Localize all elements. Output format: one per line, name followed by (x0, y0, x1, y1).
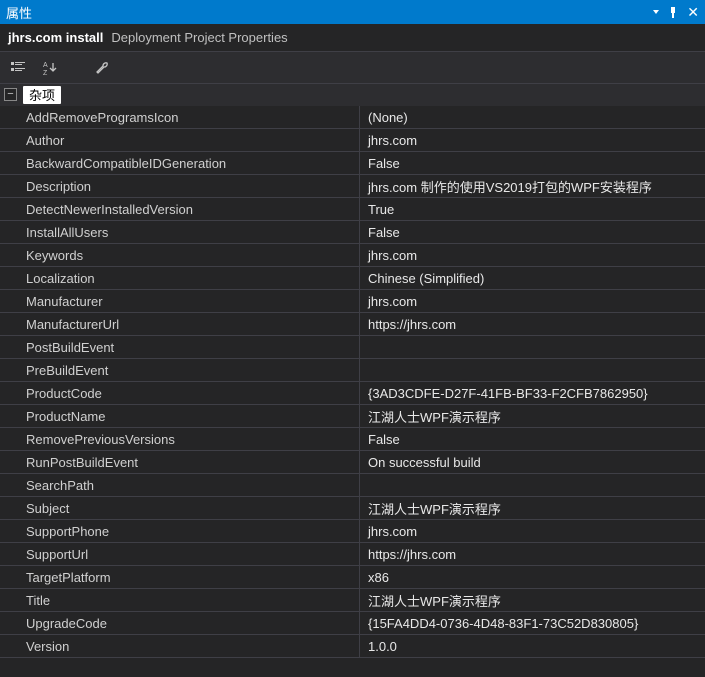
property-row[interactable]: Subject江湖人士WPF演示程序 (0, 497, 705, 520)
object-header[interactable]: jhrs.com install Deployment Project Prop… (0, 24, 705, 52)
property-row[interactable]: ProductCode{3AD3CDFE-D27F-41FB-BF33-F2CF… (0, 382, 705, 405)
property-row[interactable]: UpgradeCode{15FA4DD4-0736-4D48-83F1-73C5… (0, 612, 705, 635)
property-row[interactable]: LocalizationChinese (Simplified) (0, 267, 705, 290)
property-name: Subject (0, 497, 360, 519)
property-row[interactable]: SupportUrlhttps://jhrs.com (0, 543, 705, 566)
category-label: 杂项 (23, 86, 61, 104)
svg-text:Z: Z (43, 70, 48, 76)
property-value[interactable]: 江湖人士WPF演示程序 (360, 589, 705, 611)
property-name: TargetPlatform (0, 566, 360, 588)
svg-text:A: A (43, 62, 48, 69)
categorized-button[interactable] (6, 56, 30, 80)
property-grid: − 杂项 AddRemoveProgramsIcon(None)Authorjh… (0, 84, 705, 677)
property-value[interactable]: 江湖人士WPF演示程序 (360, 405, 705, 427)
property-value[interactable]: False (360, 428, 705, 450)
property-value[interactable]: On successful build (360, 451, 705, 473)
property-row[interactable]: SearchPath (0, 474, 705, 497)
property-name: SupportPhone (0, 520, 360, 542)
properties-toolbar: AZ (0, 52, 705, 84)
property-name: RemovePreviousVersions (0, 428, 360, 450)
property-row[interactable]: Descriptionjhrs.com 制作的使用VS2019打包的WPF安装程… (0, 175, 705, 198)
property-value[interactable]: True (360, 198, 705, 220)
property-value[interactable]: jhrs.com (360, 244, 705, 266)
category-row[interactable]: − 杂项 (0, 84, 705, 106)
property-value[interactable]: x86 (360, 566, 705, 588)
property-name: Manufacturer (0, 290, 360, 312)
property-value[interactable]: jhrs.com (360, 520, 705, 542)
property-row[interactable]: Keywordsjhrs.com (0, 244, 705, 267)
property-name: RunPostBuildEvent (0, 451, 360, 473)
property-name: Description (0, 175, 360, 197)
property-value[interactable]: False (360, 221, 705, 243)
property-name: UpgradeCode (0, 612, 360, 634)
property-row[interactable]: Version1.0.0 (0, 635, 705, 658)
property-row[interactable]: BackwardCompatibleIDGenerationFalse (0, 152, 705, 175)
property-value[interactable]: Chinese (Simplified) (360, 267, 705, 289)
property-row[interactable]: Authorjhrs.com (0, 129, 705, 152)
panel-title: 属性 (6, 3, 32, 22)
property-row[interactable]: Manufacturerjhrs.com (0, 290, 705, 313)
alphabetical-button[interactable]: AZ (38, 56, 62, 80)
property-value[interactable]: https://jhrs.com (360, 313, 705, 335)
property-row[interactable]: RemovePreviousVersionsFalse (0, 428, 705, 451)
property-name: DetectNewerInstalledVersion (0, 198, 360, 220)
property-name: SearchPath (0, 474, 360, 496)
property-value[interactable]: jhrs.com (360, 129, 705, 151)
property-value[interactable] (360, 359, 705, 381)
property-name: ProductName (0, 405, 360, 427)
property-row[interactable]: DetectNewerInstalledVersionTrue (0, 198, 705, 221)
panel-titlebar: 属性 ✕ (0, 0, 705, 24)
property-name: ManufacturerUrl (0, 313, 360, 335)
property-value[interactable]: {15FA4DD4-0736-4D48-83F1-73C52D830805} (360, 612, 705, 634)
property-name: BackwardCompatibleIDGeneration (0, 152, 360, 174)
property-row[interactable]: ProductName江湖人士WPF演示程序 (0, 405, 705, 428)
property-value[interactable] (360, 336, 705, 358)
property-name: Title (0, 589, 360, 611)
property-name: ProductCode (0, 382, 360, 404)
expand-collapse-icon[interactable]: − (4, 88, 17, 101)
property-value[interactable]: 江湖人士WPF演示程序 (360, 497, 705, 519)
property-value[interactable]: 1.0.0 (360, 635, 705, 657)
property-value[interactable] (360, 474, 705, 496)
property-row[interactable]: RunPostBuildEventOn successful build (0, 451, 705, 474)
property-row[interactable]: PreBuildEvent (0, 359, 705, 382)
property-value[interactable]: False (360, 152, 705, 174)
close-icon[interactable]: ✕ (687, 5, 699, 19)
property-row[interactable]: Title江湖人士WPF演示程序 (0, 589, 705, 612)
property-value[interactable]: jhrs.com 制作的使用VS2019打包的WPF安装程序 (360, 175, 705, 197)
property-name: PreBuildEvent (0, 359, 360, 381)
property-name: SupportUrl (0, 543, 360, 565)
property-name: Keywords (0, 244, 360, 266)
property-name: PostBuildEvent (0, 336, 360, 358)
pin-icon[interactable] (667, 6, 679, 18)
property-name: Localization (0, 267, 360, 289)
object-type: Deployment Project Properties (111, 30, 287, 45)
object-name: jhrs.com install (8, 30, 103, 45)
property-row[interactable]: SupportPhonejhrs.com (0, 520, 705, 543)
property-row[interactable]: AddRemoveProgramsIcon(None) (0, 106, 705, 129)
property-row[interactable]: TargetPlatformx86 (0, 566, 705, 589)
property-pages-button[interactable] (90, 56, 114, 80)
property-name: Version (0, 635, 360, 657)
property-name: Author (0, 129, 360, 151)
property-row[interactable]: PostBuildEvent (0, 336, 705, 359)
property-row[interactable]: InstallAllUsersFalse (0, 221, 705, 244)
property-value[interactable]: (None) (360, 106, 705, 128)
property-value[interactable]: {3AD3CDFE-D27F-41FB-BF33-F2CFB7862950} (360, 382, 705, 404)
property-name: InstallAllUsers (0, 221, 360, 243)
property-name: AddRemoveProgramsIcon (0, 106, 360, 128)
property-value[interactable]: jhrs.com (360, 290, 705, 312)
property-row[interactable]: ManufacturerUrlhttps://jhrs.com (0, 313, 705, 336)
window-menu-icon[interactable] (653, 10, 659, 14)
property-value[interactable]: https://jhrs.com (360, 543, 705, 565)
